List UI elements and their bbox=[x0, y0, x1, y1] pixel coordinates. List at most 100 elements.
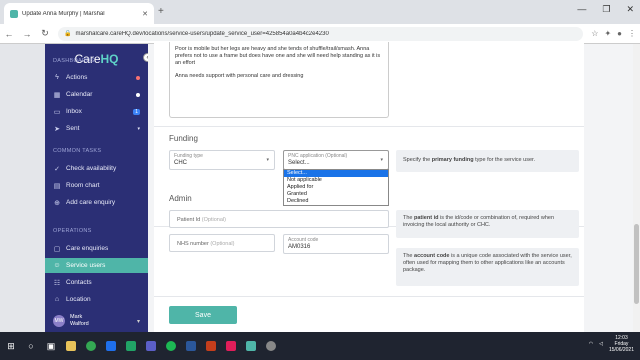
close-window-button[interactable]: ✕ bbox=[626, 4, 634, 15]
account-code-input[interactable]: Account code AM0316 bbox=[283, 234, 389, 254]
app: CareHQ ‹ DASHBOARDS ϟ Actions ▦ Calendar… bbox=[0, 42, 640, 332]
spotify-icon[interactable] bbox=[166, 341, 176, 351]
main-content: Poor is mobile but her legs are heavy an… bbox=[148, 42, 640, 332]
folder-icon: ▢ bbox=[53, 245, 61, 253]
option-declined[interactable]: Declined bbox=[284, 198, 388, 205]
minimize-button[interactable]: — bbox=[577, 4, 586, 15]
clock[interactable]: 12:03 Friday 15/06/2021 bbox=[609, 335, 634, 353]
sidebar-item-location[interactable]: ⌂ Location bbox=[45, 292, 148, 307]
app-icon[interactable] bbox=[266, 341, 276, 351]
app-icon[interactable] bbox=[246, 341, 256, 351]
section-operations: OPERATIONS bbox=[53, 228, 92, 234]
tab-close-icon[interactable]: ✕ bbox=[142, 10, 148, 18]
pnc-application-value: Select... bbox=[288, 160, 310, 166]
account-code-value: AM0316 bbox=[288, 244, 311, 250]
sidebar-item-check-availability[interactable]: ✓ Check availability bbox=[45, 161, 148, 176]
lightning-icon: ϟ bbox=[55, 74, 59, 81]
wifi-icon[interactable]: ◠ bbox=[589, 341, 593, 347]
calendar-icon: ▦ bbox=[53, 91, 61, 99]
option-select[interactable]: Select... bbox=[284, 170, 388, 177]
funding-heading: Funding bbox=[169, 134, 198, 143]
address-bar: ← → ↻ 🔒 marshalcare.careHQ.dev/locations… bbox=[0, 24, 640, 44]
task-view-icon[interactable]: ▣ bbox=[46, 341, 56, 351]
sidebar-item-calendar[interactable]: ▦ Calendar bbox=[45, 87, 148, 102]
send-icon: ➤ bbox=[54, 125, 60, 133]
maximize-button[interactable]: ❐ bbox=[602, 4, 610, 15]
excel-icon[interactable] bbox=[126, 341, 136, 351]
desktop-margin bbox=[0, 44, 45, 332]
sidebar-item-room-chart[interactable]: ▤ Room chart bbox=[45, 178, 148, 193]
teams-icon[interactable] bbox=[146, 341, 156, 351]
word-icon[interactable] bbox=[186, 341, 196, 351]
save-button[interactable]: Save bbox=[169, 306, 237, 324]
powerpoint-icon[interactable] bbox=[206, 341, 216, 351]
sidebar-item-sent[interactable]: ➤ Sent ▾ bbox=[45, 121, 148, 136]
funding-type-select[interactable]: Funding type CHC ▾ bbox=[169, 150, 275, 170]
funding-type-value: CHC bbox=[174, 160, 187, 166]
avatar: MW bbox=[53, 315, 65, 327]
contacts-icon: ☷ bbox=[53, 279, 61, 287]
location-icon: ⌂ bbox=[54, 296, 60, 303]
profile-icon[interactable]: ● bbox=[617, 29, 622, 38]
pnc-application-select[interactable]: PNC application (Optional) Select... ▾ bbox=[283, 150, 389, 170]
option-not-applicable[interactable]: Not applicable bbox=[284, 177, 388, 184]
search-icon[interactable]: ○ bbox=[26, 341, 36, 351]
sidebar-item-actions[interactable]: ϟ Actions bbox=[45, 70, 148, 85]
windows-start-icon[interactable]: ⊞ bbox=[6, 341, 16, 351]
admin-heading: Admin bbox=[169, 194, 192, 203]
chevron-down-icon: ▾ bbox=[137, 125, 140, 132]
sidebar-item-inbox[interactable]: ▭ Inbox 1 bbox=[45, 104, 148, 119]
lock-icon: 🔒 bbox=[64, 31, 72, 37]
section-dashboards: DASHBOARDS bbox=[53, 58, 95, 64]
slack-icon[interactable] bbox=[226, 341, 236, 351]
user-first-name: Mark bbox=[70, 314, 83, 320]
user-menu[interactable]: MW Mark Walford ▾ bbox=[45, 310, 148, 332]
divider bbox=[154, 296, 584, 297]
url-field[interactable]: 🔒 marshalcare.careHQ.dev/locations/servi… bbox=[58, 26, 584, 41]
menu-icon[interactable]: ⋮ bbox=[628, 29, 636, 38]
tab-title: Update Anna Murphy | Marshal bbox=[22, 10, 105, 17]
star-icon[interactable]: ☆ bbox=[591, 29, 598, 38]
notes-textarea[interactable]: Poor is mobile but her legs are heavy an… bbox=[169, 42, 389, 118]
option-applied-for[interactable]: Applied for bbox=[284, 184, 388, 191]
edge-icon[interactable] bbox=[106, 341, 116, 351]
back-button[interactable]: ← bbox=[4, 29, 14, 39]
patient-id-input[interactable]: Patient Id (Optional) bbox=[169, 210, 389, 228]
alert-dot bbox=[136, 75, 140, 80]
room-icon: ▤ bbox=[53, 182, 61, 190]
section-common-tasks: COMMON TASKS bbox=[53, 148, 102, 154]
chrome-icon[interactable] bbox=[86, 341, 96, 351]
patient-id-help: The patient id is the id/code or combina… bbox=[396, 210, 579, 238]
scrollbar-thumb[interactable] bbox=[634, 224, 639, 304]
volume-icon[interactable]: ◁ bbox=[599, 341, 603, 347]
browser-tab[interactable]: Update Anna Murphy | Marshal ✕ bbox=[4, 3, 154, 24]
pnc-application-label: PNC application (Optional) bbox=[288, 153, 348, 159]
notes-text-1: Poor is mobile but her legs are heavy an… bbox=[175, 46, 381, 66]
funding-type-label: Funding type bbox=[174, 153, 203, 159]
new-tab-button[interactable]: + bbox=[158, 6, 164, 17]
sidebar-item-service-users[interactable]: ☺ Service users bbox=[45, 258, 148, 273]
file-explorer-icon[interactable] bbox=[66, 341, 76, 351]
notes-text-2: Anna needs support with personal care an… bbox=[175, 73, 304, 79]
url-text: marshalcare.careHQ.dev/locations/service… bbox=[75, 30, 329, 37]
sidebar-item-add-care-enquiry[interactable]: ⊕ Add care enquiry bbox=[45, 195, 148, 210]
sidebar: CareHQ ‹ DASHBOARDS ϟ Actions ▦ Calendar… bbox=[45, 44, 152, 332]
sidebar-item-care-enquiries[interactable]: ▢ Care enquiries bbox=[45, 241, 148, 256]
plus-icon: ⊕ bbox=[54, 199, 60, 207]
extensions-icon[interactable]: ✦ bbox=[604, 29, 611, 38]
chevron-down-icon: ▾ bbox=[136, 318, 140, 325]
scrollbar[interactable] bbox=[633, 44, 640, 332]
status-dot bbox=[136, 92, 140, 97]
account-code-label: Account code bbox=[288, 237, 319, 243]
form-card: Poor is mobile but her legs are heavy an… bbox=[154, 42, 584, 332]
window-controls: — ❐ ✕ bbox=[577, 4, 634, 15]
account-code-help: The account code is a unique code associ… bbox=[396, 248, 579, 286]
chevron-down-icon: ▾ bbox=[380, 157, 383, 163]
nhs-number-input[interactable]: NHS number (Optional) bbox=[169, 234, 275, 252]
reload-button[interactable]: ↻ bbox=[40, 28, 50, 39]
sidebar-item-contacts[interactable]: ☷ Contacts bbox=[45, 275, 148, 290]
taskbar: ⊞ ○ ▣ ◠ ◁ 12:03 Friday 15/06/2021 bbox=[0, 332, 640, 360]
inbox-icon: ▭ bbox=[53, 108, 61, 116]
option-granted[interactable]: Granted bbox=[284, 191, 388, 198]
forward-button[interactable]: → bbox=[22, 29, 32, 39]
